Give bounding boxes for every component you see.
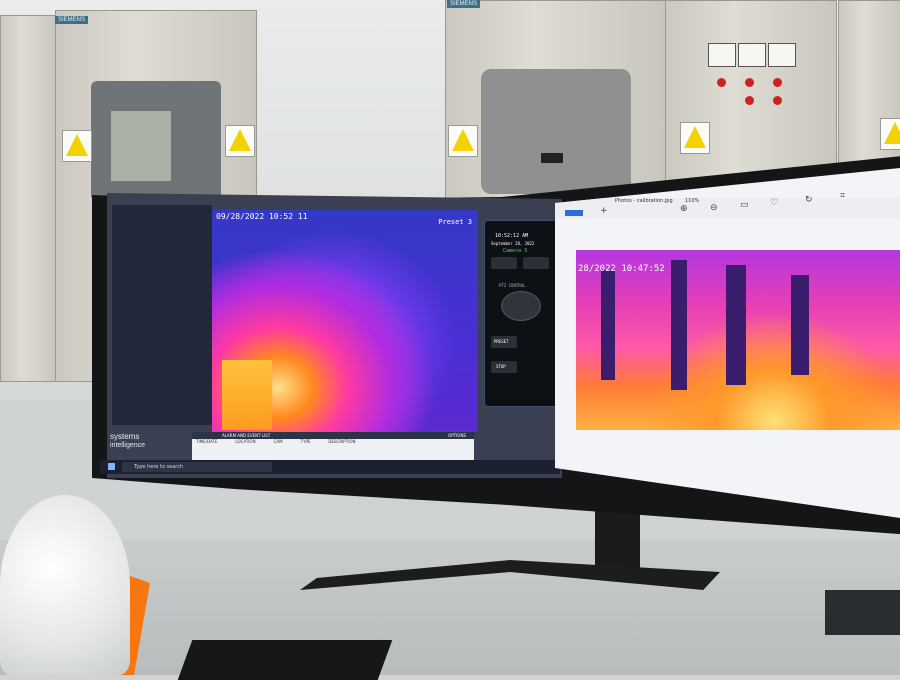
display-readout xyxy=(541,153,563,163)
analog-gauge xyxy=(738,43,766,67)
transformer-hotspot xyxy=(222,360,272,430)
column-header: CAM xyxy=(273,439,283,444)
alarm-options-button[interactable]: OPTIONS xyxy=(448,433,466,438)
warning-sign xyxy=(880,118,900,150)
camera-button[interactable] xyxy=(523,257,549,269)
hard-hat xyxy=(0,495,130,675)
rotate-icon[interactable]: ↻ xyxy=(805,195,813,205)
monitor-stand xyxy=(595,505,640,570)
column-header: TYPE xyxy=(300,439,311,444)
alarm-header: ALARM AND EVENT LIST OPTIONS xyxy=(192,432,474,439)
crop-icon[interactable]: ⌗ xyxy=(840,191,845,201)
photos-title: Photos - calibration.jpg xyxy=(615,198,673,204)
indicator-light xyxy=(717,78,726,87)
panel-time: 10:52:12 AM xyxy=(495,233,529,239)
camera-tree-sidebar[interactable] xyxy=(112,205,212,425)
preset-button[interactable]: PRESET xyxy=(491,336,517,348)
analog-gauge xyxy=(708,43,736,67)
stop-button[interactable]: STOP xyxy=(491,361,517,373)
photos-tab[interactable] xyxy=(565,210,583,216)
camera-timestamp: 09/28/2022 10:52 11 xyxy=(216,212,308,221)
electrical-cabinet xyxy=(445,0,667,202)
alarm-event-list[interactable]: ALARM AND EVENT LIST OPTIONS TIME/DATE L… xyxy=(192,432,474,462)
photo-timestamp: 28/2022 10:47:52 xyxy=(578,264,665,274)
windows-start-icon[interactable] xyxy=(108,463,115,470)
panel-date: September 28, 2022 xyxy=(491,241,535,246)
favorite-icon[interactable]: ♡ xyxy=(770,198,778,208)
siemens-label: SIEMENS xyxy=(55,16,89,24)
column-header: LOCATION xyxy=(235,439,256,444)
stop-button-label: STOP xyxy=(496,364,506,369)
zoom-out-icon[interactable]: ⊖ xyxy=(710,203,718,213)
analog-gauge xyxy=(768,43,796,67)
warning-sign xyxy=(62,130,92,162)
insulator-pole xyxy=(601,270,615,380)
insulator-pole xyxy=(726,265,746,385)
insulator-pole xyxy=(791,275,809,375)
windows-taskbar: Type here to search xyxy=(100,460,560,474)
logo-line-2: intelligence xyxy=(110,442,146,449)
camera-button[interactable] xyxy=(491,257,517,269)
insulator-pole xyxy=(671,260,687,390)
usb-hub xyxy=(825,590,900,635)
systems-intelligence-logo: systems intelligence xyxy=(110,432,192,460)
high-voltage-icon xyxy=(66,134,88,156)
thermal-photo: 28/2022 10:47:52 xyxy=(576,250,900,430)
indicator-light xyxy=(745,96,754,105)
preset-button-label: PRESET xyxy=(494,339,509,344)
high-voltage-icon xyxy=(684,126,706,148)
thermal-camera-feed[interactable]: 09/28/2022 10:52 11 Preset 3 xyxy=(212,210,478,432)
high-voltage-icon xyxy=(452,129,474,151)
high-voltage-icon xyxy=(884,122,900,144)
search-placeholder: Type here to search xyxy=(134,464,184,470)
electrical-cabinet xyxy=(0,15,57,382)
taskbar-search-box[interactable]: Type here to search xyxy=(122,462,272,472)
ptz-control-panel: 10:52:12 AM September 28, 2022 Camera 3 … xyxy=(484,220,558,407)
column-header: DESCRIPTION xyxy=(328,439,356,444)
alarm-columns: TIME/DATE LOCATION CAM TYPE DESCRIPTION xyxy=(192,439,474,444)
alarm-title: ALARM AND EVENT LIST xyxy=(222,433,271,438)
warning-sign xyxy=(680,122,710,154)
zoom-in-icon[interactable]: ⊕ xyxy=(680,204,688,214)
add-icon[interactable]: + xyxy=(600,206,608,216)
indicator-light xyxy=(773,78,782,87)
keyboard xyxy=(177,640,393,680)
panel-camera: Camera 3 xyxy=(503,248,528,254)
column-header: TIME/DATE xyxy=(196,439,218,444)
camera-list-item[interactable] xyxy=(116,213,208,219)
siemens-label: SIEMENS xyxy=(447,0,481,8)
ptz-joystick[interactable] xyxy=(501,291,541,321)
ptz-section-label: PTZ CONTROL xyxy=(499,283,526,288)
indicator-light xyxy=(745,78,754,87)
high-voltage-icon xyxy=(229,129,251,151)
preset-label: Preset 3 xyxy=(438,218,472,226)
cabinet-window xyxy=(481,69,631,194)
logo-line-1: systems xyxy=(110,432,140,441)
warning-sign xyxy=(225,125,255,157)
indicator-light xyxy=(773,96,782,105)
delete-icon[interactable]: ▭ xyxy=(740,200,749,210)
warning-sign xyxy=(448,125,478,157)
protection-relay xyxy=(111,111,171,181)
